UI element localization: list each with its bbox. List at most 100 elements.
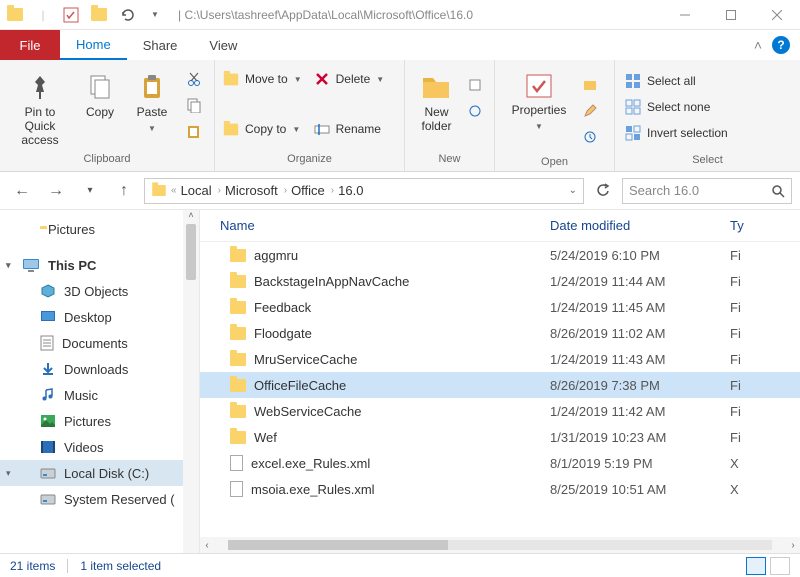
history-button[interactable] [579, 124, 601, 150]
breadcrumb-item[interactable]: Local› [181, 183, 221, 198]
view-tab[interactable]: View [193, 30, 253, 60]
minimize-button[interactable] [662, 0, 708, 30]
properties-button[interactable]: Properties ▼ [503, 66, 575, 131]
easy-access-button[interactable] [464, 98, 486, 124]
edit-button[interactable] [579, 98, 601, 124]
breadcrumb[interactable]: « Local› Microsoft› Office› 16.0 ⌄ [144, 178, 584, 204]
breadcrumb-item[interactable]: Microsoft› [225, 183, 287, 198]
recent-dropdown[interactable]: ▾ [76, 177, 104, 205]
history-icon [583, 130, 597, 144]
tree-item[interactable]: Pictures [0, 408, 199, 434]
file-row[interactable]: OfficeFileCache 8/26/2019 7:38 PM Fi [200, 372, 800, 398]
copy-to-icon [224, 123, 238, 135]
cut-button[interactable] [182, 66, 206, 92]
file-date: 1/24/2019 11:45 AM [550, 300, 730, 315]
refresh-button[interactable] [590, 178, 616, 204]
tree-item[interactable]: 3D Objects [0, 278, 199, 304]
breadcrumb-item[interactable]: Office› [291, 183, 334, 198]
file-type: X [730, 456, 800, 471]
select-all-button[interactable]: Select all [621, 68, 700, 94]
file-row[interactable]: Wef 1/31/2019 10:23 AM Fi [200, 424, 800, 450]
up-button[interactable]: ↑ [110, 177, 138, 205]
tree-item[interactable]: Desktop [0, 304, 199, 330]
invert-selection-icon [625, 125, 641, 141]
tree-item[interactable]: Pictures [0, 216, 199, 242]
file-row[interactable]: Feedback 1/24/2019 11:45 AM Fi [200, 294, 800, 320]
open-button[interactable] [579, 72, 601, 98]
collapse-ribbon-icon[interactable]: ˄ [754, 37, 762, 53]
thumbnails-view-button[interactable] [770, 557, 790, 575]
file-type: Fi [730, 378, 800, 393]
paste-shortcut-button[interactable] [182, 118, 206, 144]
file-row[interactable]: BackstageInAppNavCache 1/24/2019 11:44 A… [200, 268, 800, 294]
delete-button[interactable]: Delete▼ [310, 66, 389, 92]
file-type: Fi [730, 326, 800, 341]
pin-to-quick-access-button[interactable]: Pin to Quick access [8, 66, 72, 147]
breadcrumb-dropdown-icon[interactable]: ⌄ [569, 185, 577, 196]
new-item-button[interactable] [464, 72, 486, 98]
ribbon-tabs: File Home Share View ˄ ? [0, 30, 800, 60]
tree-item[interactable]: Documents [0, 330, 199, 356]
column-date[interactable]: Date modified [550, 218, 730, 233]
breadcrumb-item[interactable]: 16.0 [338, 183, 363, 198]
titlebar: | ▼ | C:\Users\tashreef\AppData\Local\Mi… [0, 0, 800, 30]
scrollbar-thumb[interactable] [186, 224, 196, 280]
file-tab[interactable]: File [0, 30, 60, 60]
navigation-tree[interactable]: Pictures ▾This PC3D ObjectsDesktopDocumen… [0, 210, 200, 553]
scroll-right-icon[interactable]: › [786, 540, 800, 551]
file-row[interactable]: msoia.exe_Rules.xml 8/25/2019 10:51 AM X [200, 476, 800, 502]
folder-icon [230, 431, 246, 444]
tree-item[interactable]: Videos [0, 434, 199, 460]
file-row[interactable]: aggmru 5/24/2019 6:10 PM Fi [200, 242, 800, 268]
column-name[interactable]: Name [200, 218, 550, 233]
file-row[interactable]: excel.exe_Rules.xml 8/1/2019 5:19 PM X [200, 450, 800, 476]
file-date: 8/26/2019 11:02 AM [550, 326, 730, 341]
tree-item[interactable]: System Reserved ( [0, 486, 199, 512]
file-row[interactable]: MruServiceCache 1/24/2019 11:43 AM Fi [200, 346, 800, 372]
file-row[interactable]: Floodgate 8/26/2019 11:02 AM Fi [200, 320, 800, 346]
search-input[interactable]: Search 16.0 [622, 178, 792, 204]
tree-item[interactable]: Downloads [0, 356, 199, 382]
select-none-button[interactable]: Select none [621, 94, 714, 120]
invert-selection-button[interactable]: Invert selection [621, 120, 732, 146]
folder-icon [152, 185, 166, 196]
rename-button[interactable]: Rename [310, 116, 389, 142]
maximize-button[interactable] [708, 0, 754, 30]
tree-scrollbar[interactable]: ˄ [183, 210, 199, 553]
undo-qat-icon[interactable] [118, 6, 136, 24]
close-button[interactable] [754, 0, 800, 30]
tree-item[interactable]: Music [0, 382, 199, 408]
share-tab[interactable]: Share [127, 30, 194, 60]
copy-button[interactable]: Copy [76, 66, 124, 120]
file-row[interactable]: WebServiceCache 1/24/2019 11:42 AM Fi [200, 398, 800, 424]
tree-item[interactable]: ▾This PC [0, 252, 199, 278]
horizontal-scrollbar[interactable]: ‹ › [200, 537, 800, 553]
back-button[interactable]: ← [8, 177, 36, 205]
file-date: 5/24/2019 6:10 PM [550, 248, 730, 263]
expand-icon[interactable]: ▾ [6, 468, 11, 479]
scroll-left-icon[interactable]: ‹ [200, 540, 214, 551]
expand-icon[interactable]: ▾ [6, 260, 11, 271]
folder-qat-icon[interactable] [90, 6, 108, 24]
column-type[interactable]: Ty [730, 218, 800, 233]
tree-item-icon [40, 309, 56, 325]
file-name: BackstageInAppNavCache [254, 274, 409, 289]
copy-to-button[interactable]: Copy to▼ [219, 116, 306, 142]
copy-path-button[interactable] [182, 92, 206, 118]
clipboard-group-label: Clipboard [0, 153, 214, 171]
content-area: Pictures ▾This PC3D ObjectsDesktopDocumen… [0, 210, 800, 553]
file-list[interactable]: aggmru 5/24/2019 6:10 PM Fi BackstageInA… [200, 242, 800, 537]
move-to-button[interactable]: Move to▼ [219, 66, 306, 92]
paste-button[interactable]: Paste ▼ [128, 66, 176, 133]
tree-item[interactable]: ▾Local Disk (C:) [0, 460, 199, 486]
forward-button[interactable]: → [42, 177, 70, 205]
new-folder-button[interactable]: New folder [413, 66, 460, 134]
scrollbar-thumb[interactable] [228, 540, 448, 550]
home-tab[interactable]: Home [60, 30, 127, 60]
properties-qat-icon[interactable] [62, 6, 80, 24]
qat-dropdown-icon[interactable]: ▼ [146, 6, 164, 24]
rename-icon [314, 121, 330, 137]
help-icon[interactable]: ? [772, 36, 790, 54]
select-all-icon [625, 73, 641, 89]
details-view-button[interactable] [746, 557, 766, 575]
